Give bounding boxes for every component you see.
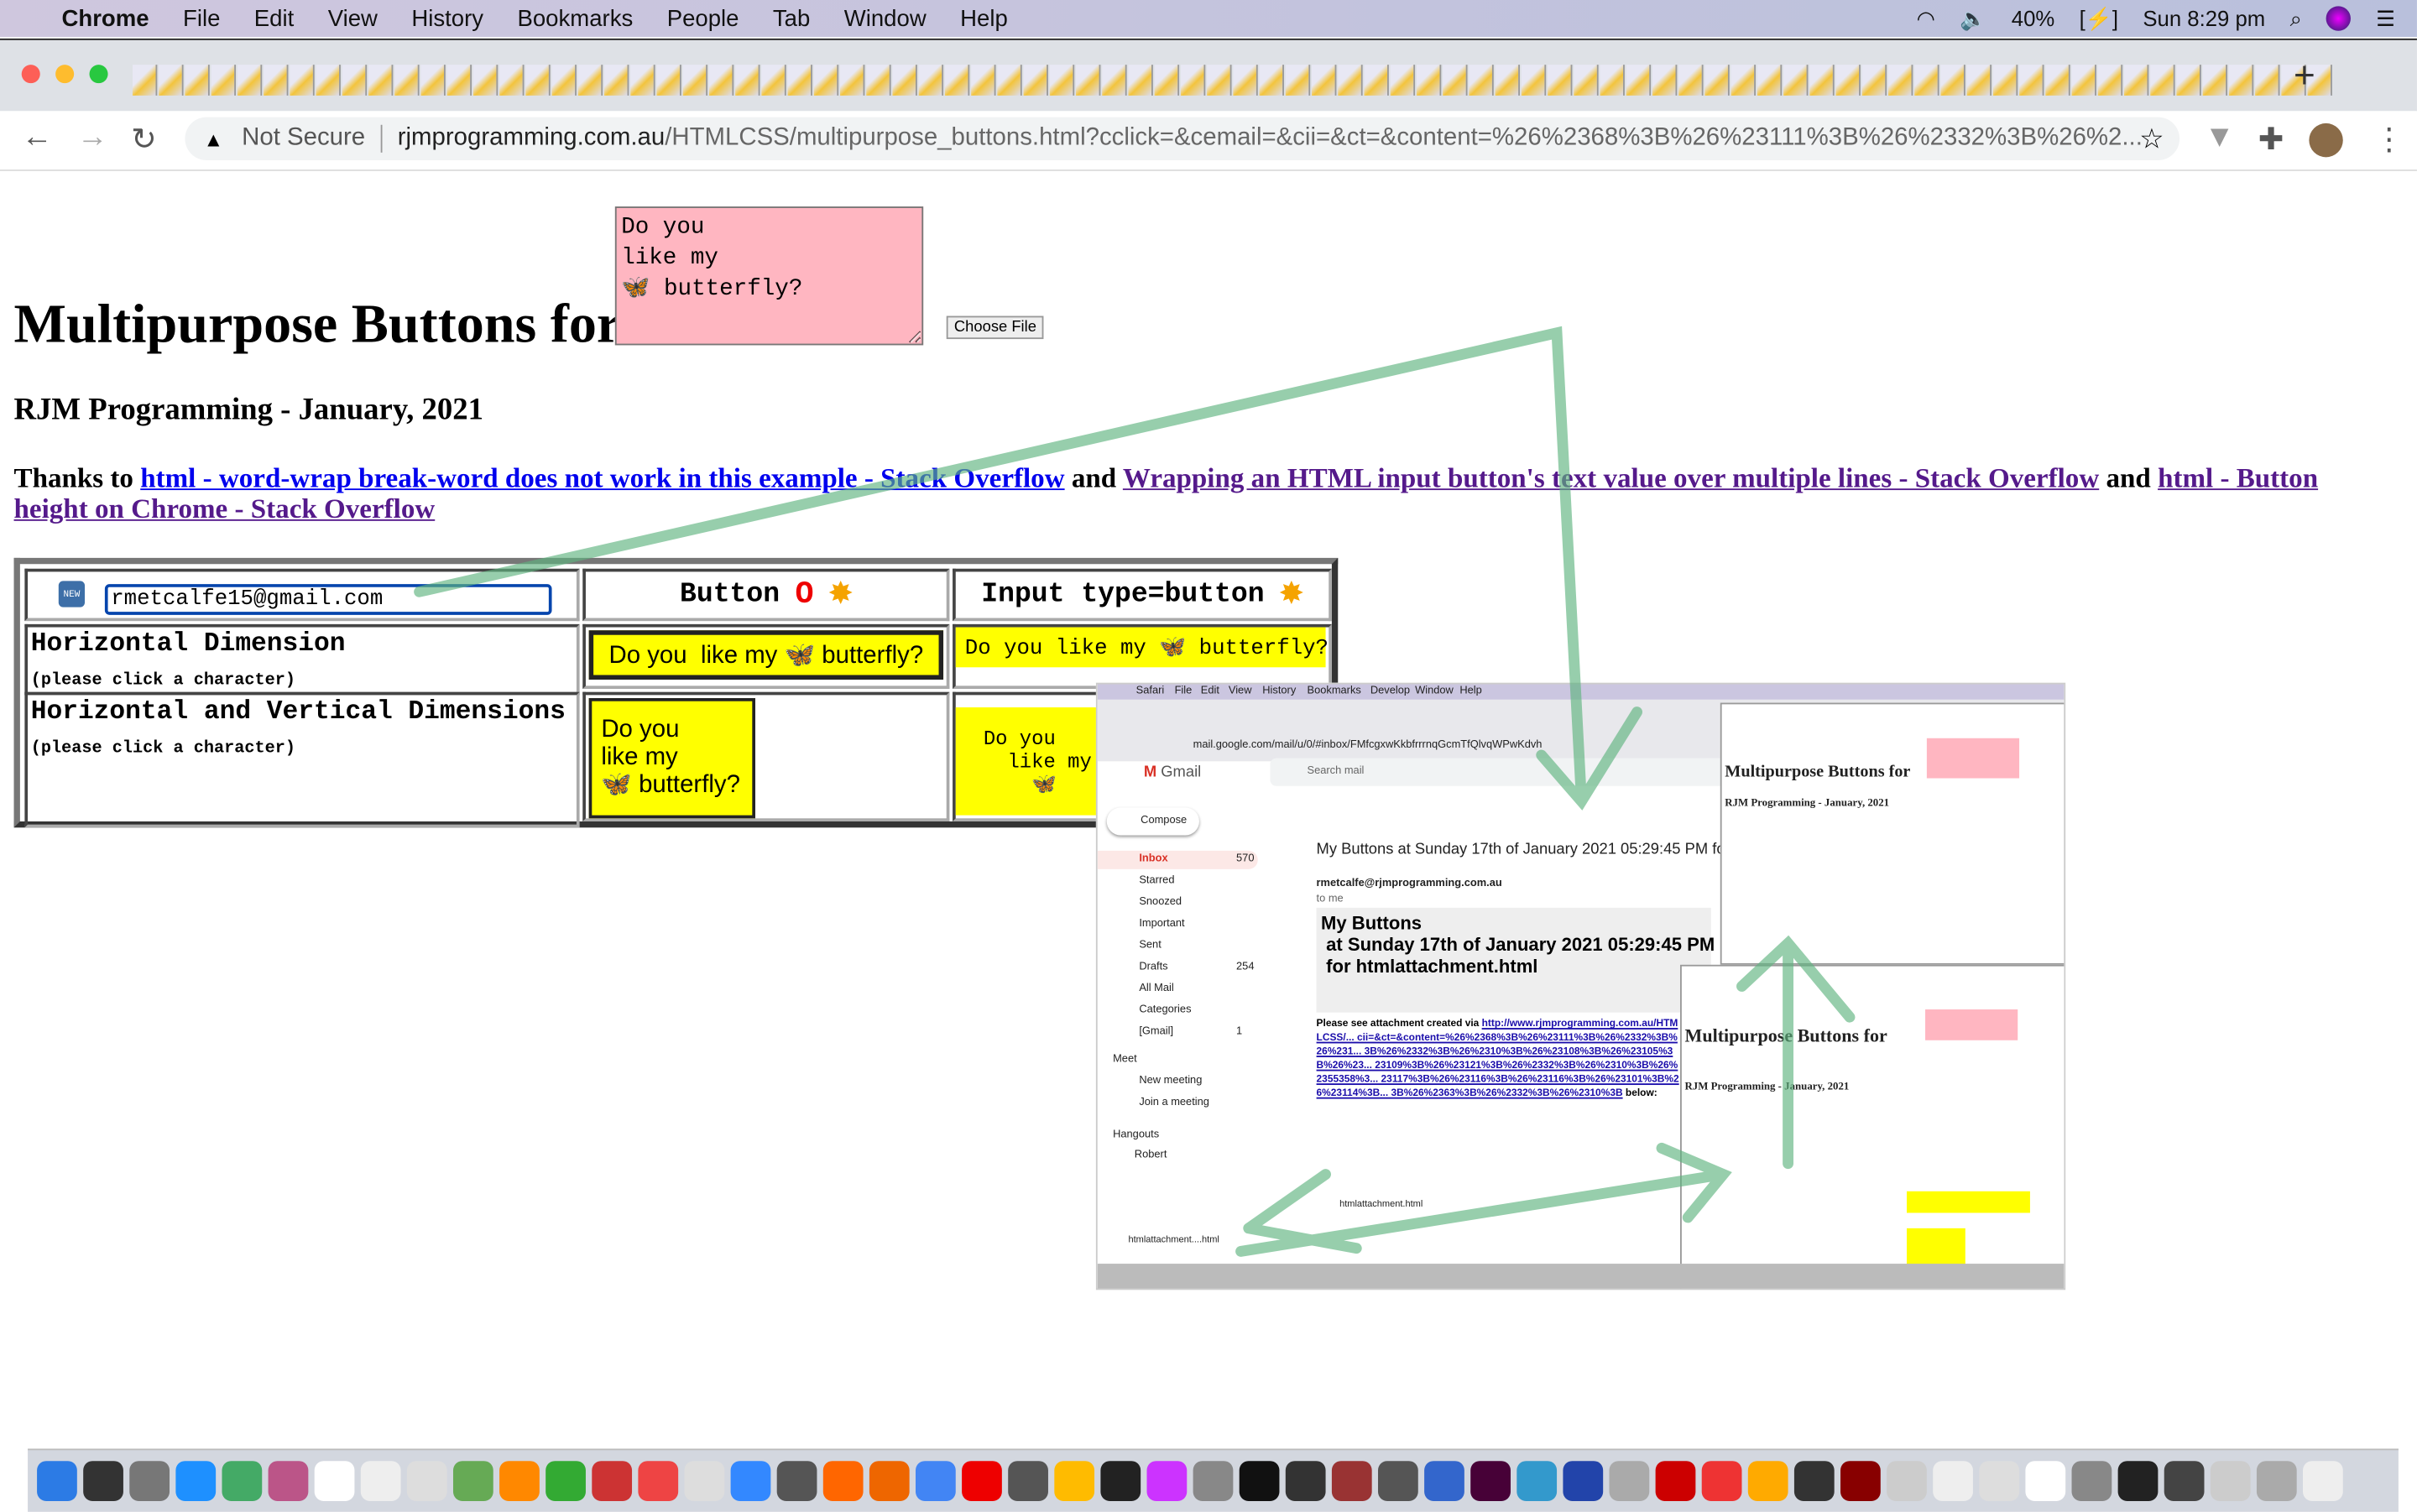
dock-app-icon[interactable] bbox=[314, 1461, 355, 1501]
dock-app-icon[interactable] bbox=[360, 1461, 401, 1501]
dock-app-icon[interactable] bbox=[776, 1461, 817, 1501]
dock-app-icon[interactable] bbox=[2210, 1461, 2251, 1501]
arrow-stroke bbox=[1736, 935, 1856, 1170]
dock-app-icon[interactable] bbox=[1747, 1461, 1788, 1501]
dock-app-icon[interactable] bbox=[1887, 1461, 1927, 1501]
dock-app-icon[interactable] bbox=[222, 1461, 263, 1501]
dock-app-icon[interactable] bbox=[1008, 1461, 1048, 1501]
dock-app-icon[interactable] bbox=[1609, 1461, 1650, 1501]
dock-app-icon[interactable] bbox=[1146, 1461, 1188, 1501]
dock-app-icon[interactable] bbox=[1424, 1461, 1464, 1501]
dock-app-icon[interactable] bbox=[37, 1461, 77, 1501]
dock-app-icon[interactable] bbox=[730, 1461, 771, 1501]
dock-app-icon[interactable] bbox=[962, 1461, 1002, 1501]
dock-app-icon[interactable] bbox=[1840, 1461, 1881, 1501]
dock-app-icon[interactable] bbox=[869, 1461, 910, 1501]
dock-app-icon[interactable] bbox=[268, 1461, 309, 1501]
dock-app-icon[interactable] bbox=[638, 1461, 679, 1501]
dock-app-icon[interactable] bbox=[1470, 1461, 1511, 1501]
dock-app-icon[interactable] bbox=[2256, 1461, 2297, 1501]
dock bbox=[28, 1448, 2399, 1512]
dock-app-icon[interactable] bbox=[1054, 1461, 1095, 1501]
annotation-arrows bbox=[414, 326, 1856, 1257]
dock-app-icon[interactable] bbox=[1516, 1461, 1558, 1501]
dock-app-icon[interactable] bbox=[1100, 1461, 1141, 1501]
dock-app-icon[interactable] bbox=[129, 1461, 170, 1501]
dock-app-icon[interactable] bbox=[592, 1461, 633, 1501]
dock-app-icon[interactable] bbox=[2071, 1461, 2112, 1501]
arrow-stroke bbox=[414, 326, 1643, 811]
dock-app-icon[interactable] bbox=[915, 1461, 956, 1501]
dock-app-icon[interactable] bbox=[546, 1461, 586, 1501]
dock-app-icon[interactable] bbox=[2025, 1461, 2066, 1501]
screen: Chrome File Edit View History Bookmarks … bbox=[0, 0, 2417, 1512]
dock-app-icon[interactable] bbox=[406, 1461, 447, 1501]
dock-app-icon[interactable] bbox=[1701, 1461, 1742, 1501]
dock-app-icon[interactable] bbox=[83, 1461, 123, 1501]
dock-app-icon[interactable] bbox=[1331, 1461, 1372, 1501]
dock-app-icon[interactable] bbox=[1933, 1461, 1973, 1501]
dock-app-icon[interactable] bbox=[2164, 1461, 2205, 1501]
dock-app-icon[interactable] bbox=[1979, 1461, 2020, 1501]
dock-app-icon[interactable] bbox=[1239, 1461, 1280, 1501]
dock-app-icon[interactable] bbox=[2117, 1461, 2159, 1501]
dock-app-icon[interactable] bbox=[1378, 1461, 1418, 1501]
dock-app-icon[interactable] bbox=[1285, 1461, 1326, 1501]
dock-app-icon[interactable] bbox=[499, 1461, 540, 1501]
dock-app-icon[interactable] bbox=[1793, 1461, 1835, 1501]
dock-app-icon[interactable] bbox=[684, 1461, 725, 1501]
dock-app-icon[interactable] bbox=[2303, 1461, 2343, 1501]
dock-app-icon[interactable] bbox=[1655, 1461, 1696, 1501]
arrow-stroke bbox=[1235, 1142, 1732, 1257]
dock-app-icon[interactable] bbox=[822, 1461, 864, 1501]
dock-app-icon[interactable] bbox=[1563, 1461, 1604, 1501]
dock-app-icon[interactable] bbox=[1193, 1461, 1234, 1501]
dock-app-icon[interactable] bbox=[452, 1461, 493, 1501]
dock-app-icon[interactable] bbox=[175, 1461, 217, 1501]
